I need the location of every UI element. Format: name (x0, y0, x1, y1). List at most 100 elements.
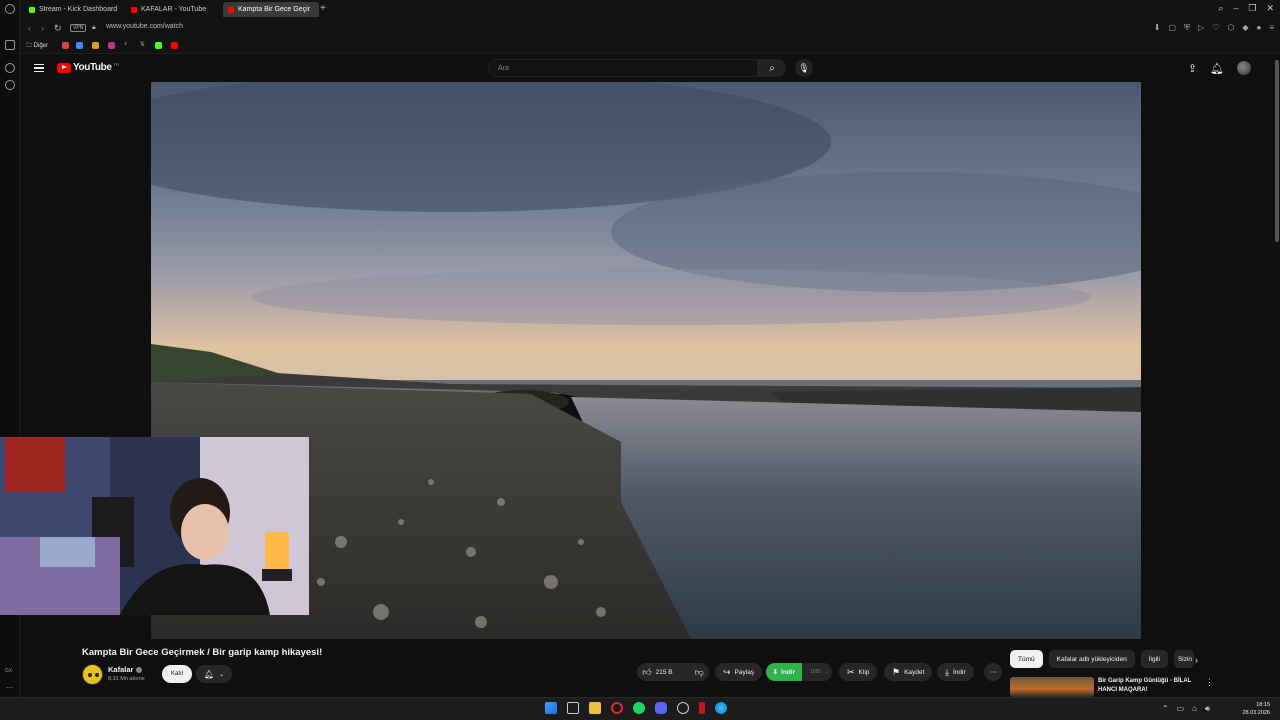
verified-icon (136, 667, 143, 674)
clock[interactable]: 18:15 28.03.2026 (1242, 701, 1270, 717)
chevron-right-icon[interactable]: › (1195, 655, 1198, 665)
file-explorer-icon[interactable] (589, 702, 601, 714)
search-input[interactable]: Ara (488, 59, 758, 77)
history-icon[interactable] (5, 63, 15, 73)
snapshot-icon[interactable]: ▢ (1168, 23, 1176, 33)
opera-menu-icon[interactable] (5, 4, 15, 14)
gmail-icon[interactable] (62, 42, 69, 49)
network-icon[interactable]: ⌂ (1192, 704, 1197, 714)
share-button[interactable]: ↪ Paylaş (715, 663, 763, 681)
kick-icon[interactable] (155, 42, 162, 49)
minimize-icon[interactable]: – (1233, 3, 1238, 14)
account-avatar[interactable] (1237, 61, 1251, 75)
save-button[interactable]: ⚑ Kaydet (884, 663, 933, 681)
tab-current-video[interactable]: Kampta Bir Gece Geçir (223, 2, 319, 17)
tiktok-icon[interactable]: ♪ (124, 41, 127, 47)
opera-gx-icon[interactable] (611, 702, 623, 714)
chip-for-you[interactable]: Sizin (1173, 650, 1194, 668)
bookmark-folder-label: Diğer (33, 43, 49, 49)
bookmark-folder[interactable]: 🗀︎ Diğer (26, 41, 48, 51)
discord-icon[interactable] (655, 702, 667, 714)
mic-icon: 🎙︎ (798, 62, 810, 73)
forward-icon[interactable]: › (41, 23, 44, 34)
x-icon[interactable]: 𝕏 (140, 41, 145, 48)
new-tab-icon[interactable]: + (320, 3, 326, 14)
join-button[interactable]: Katıl (162, 665, 192, 683)
youtube-icon[interactable] (171, 42, 178, 49)
chip-all[interactable]: Tümü (1010, 650, 1043, 668)
window-controls: ⌕ – ❐ ✕ (1218, 3, 1274, 14)
tab-kafalar[interactable]: KAFALAR - YouTube (126, 2, 222, 17)
subscribed-bell-button[interactable]: 🔔︎ ⌄ (196, 665, 232, 683)
chevron-up-icon[interactable]: ⌃ (1162, 704, 1169, 714)
like-button[interactable]: 👍︎ 215 B (635, 663, 679, 681)
webcam-frame (0, 437, 309, 615)
hamburger-menu-icon[interactable] (34, 64, 44, 72)
scrollbar-thumb[interactable] (1275, 60, 1279, 242)
instagram-icon[interactable] (108, 42, 115, 49)
download-button[interactable]: ⤓ İndir (937, 663, 974, 681)
header-actions: ⇪ 🔔︎ (1188, 61, 1251, 75)
country-code: TR (113, 62, 119, 67)
heart-icon[interactable]: ♡ (1212, 23, 1219, 33)
youtube-logo[interactable]: YouTube TR (57, 62, 119, 73)
tab-kick[interactable]: Stream - Kick Dashboard (24, 2, 120, 17)
search-button[interactable]: ⌕ (758, 59, 786, 77)
more-actions-button[interactable]: ⋯ (984, 663, 1002, 681)
nav-buttons: ‹ › ↻ (28, 23, 62, 34)
player-icon[interactable]: ▷ (1198, 23, 1204, 33)
video-title: Kampta Bir Gece Geçirmek / Bir garip kam… (82, 647, 323, 658)
download-icon[interactable]: ⬇ (1154, 23, 1161, 33)
clip-button[interactable]: ✂ Klip (839, 663, 878, 681)
shield-icon[interactable]: ⛨ (1184, 23, 1190, 33)
voice-search-button[interactable]: 🎙︎ (795, 59, 813, 77)
recommended-video-thumbnail[interactable] (1010, 677, 1094, 697)
kick-favicon-icon (29, 6, 35, 13)
back-icon[interactable]: ‹ (28, 23, 31, 34)
steam-icon[interactable] (677, 702, 689, 714)
windows-start-icon[interactable] (545, 702, 557, 714)
quality-select[interactable]: 1080 ⌄ (806, 669, 832, 675)
notifications-icon[interactable] (5, 40, 15, 50)
youtube-favicon-icon (228, 6, 234, 13)
page-scrollbar[interactable] (1275, 56, 1279, 696)
red-app-icon[interactable] (699, 702, 705, 714)
bookmark-icon[interactable] (92, 42, 99, 49)
search-tabs-icon[interactable]: ⌕ (1218, 3, 1223, 14)
download-arrow-icon: ⬇ (772, 669, 779, 676)
translate-icon[interactable] (76, 42, 83, 49)
dislike-button[interactable]: 👎︎ (688, 663, 711, 681)
gamepad-icon[interactable]: ▭ (1177, 704, 1185, 714)
url-field[interactable]: www.youtube.com/watch (106, 23, 183, 30)
menu-icon[interactable]: ≡ (1269, 23, 1274, 33)
clock-time: 18:15 (1256, 702, 1270, 708)
scissors-icon: ✂ (847, 666, 855, 677)
channel-name[interactable]: Kafalar (108, 665, 143, 674)
channel-avatar[interactable] (82, 664, 103, 685)
reload-icon[interactable]: ↻ (54, 23, 62, 34)
maximize-icon[interactable]: ❐ (1248, 3, 1256, 14)
extension-download-main[interactable]: ⬇ İndir (766, 663, 803, 681)
youtube-header: YouTube TR Ara ⌕ 🎙︎ ⇪ 🔔︎ (20, 54, 1273, 82)
lock-icon[interactable]: 🔒︎ (92, 24, 96, 32)
recommended-video-title[interactable]: Bir Garip Kamp Günlüğü - BİLAL HANCI MAQ… (1098, 677, 1202, 694)
edge-icon[interactable] (715, 702, 727, 714)
wallet-icon[interactable]: ◆ (1242, 23, 1248, 33)
volume-icon[interactable]: 🔊︎ (1205, 704, 1210, 714)
upload-icon[interactable]: ⇪ (1188, 62, 1197, 75)
profile-icon[interactable]: ● (1256, 23, 1261, 33)
chip-related[interactable]: İlgili (1140, 650, 1168, 668)
bell-icon[interactable]: 🔔︎ (1210, 62, 1224, 75)
spotify-icon[interactable] (633, 702, 645, 714)
extension-download-button[interactable]: ⬇ İndir 1080 ⌄ (766, 663, 832, 681)
more-icon[interactable]: ⋯ (6, 684, 13, 692)
chip-from-uploader[interactable]: Kafalar adlı yükleyiciden (1048, 650, 1135, 668)
vpn-badge[interactable]: VPN (70, 24, 87, 32)
task-view-icon[interactable] (567, 702, 579, 714)
tab-bar: Stream - Kick Dashboard KAFALAR - YouTub… (20, 0, 1280, 18)
settings-icon[interactable] (5, 80, 15, 90)
more-vertical-icon[interactable]: ⋮ (1205, 677, 1214, 688)
cube-icon[interactable]: ⬡ (1227, 23, 1234, 33)
youtube-play-icon (57, 62, 71, 73)
close-icon[interactable]: ✕ (1266, 3, 1274, 14)
